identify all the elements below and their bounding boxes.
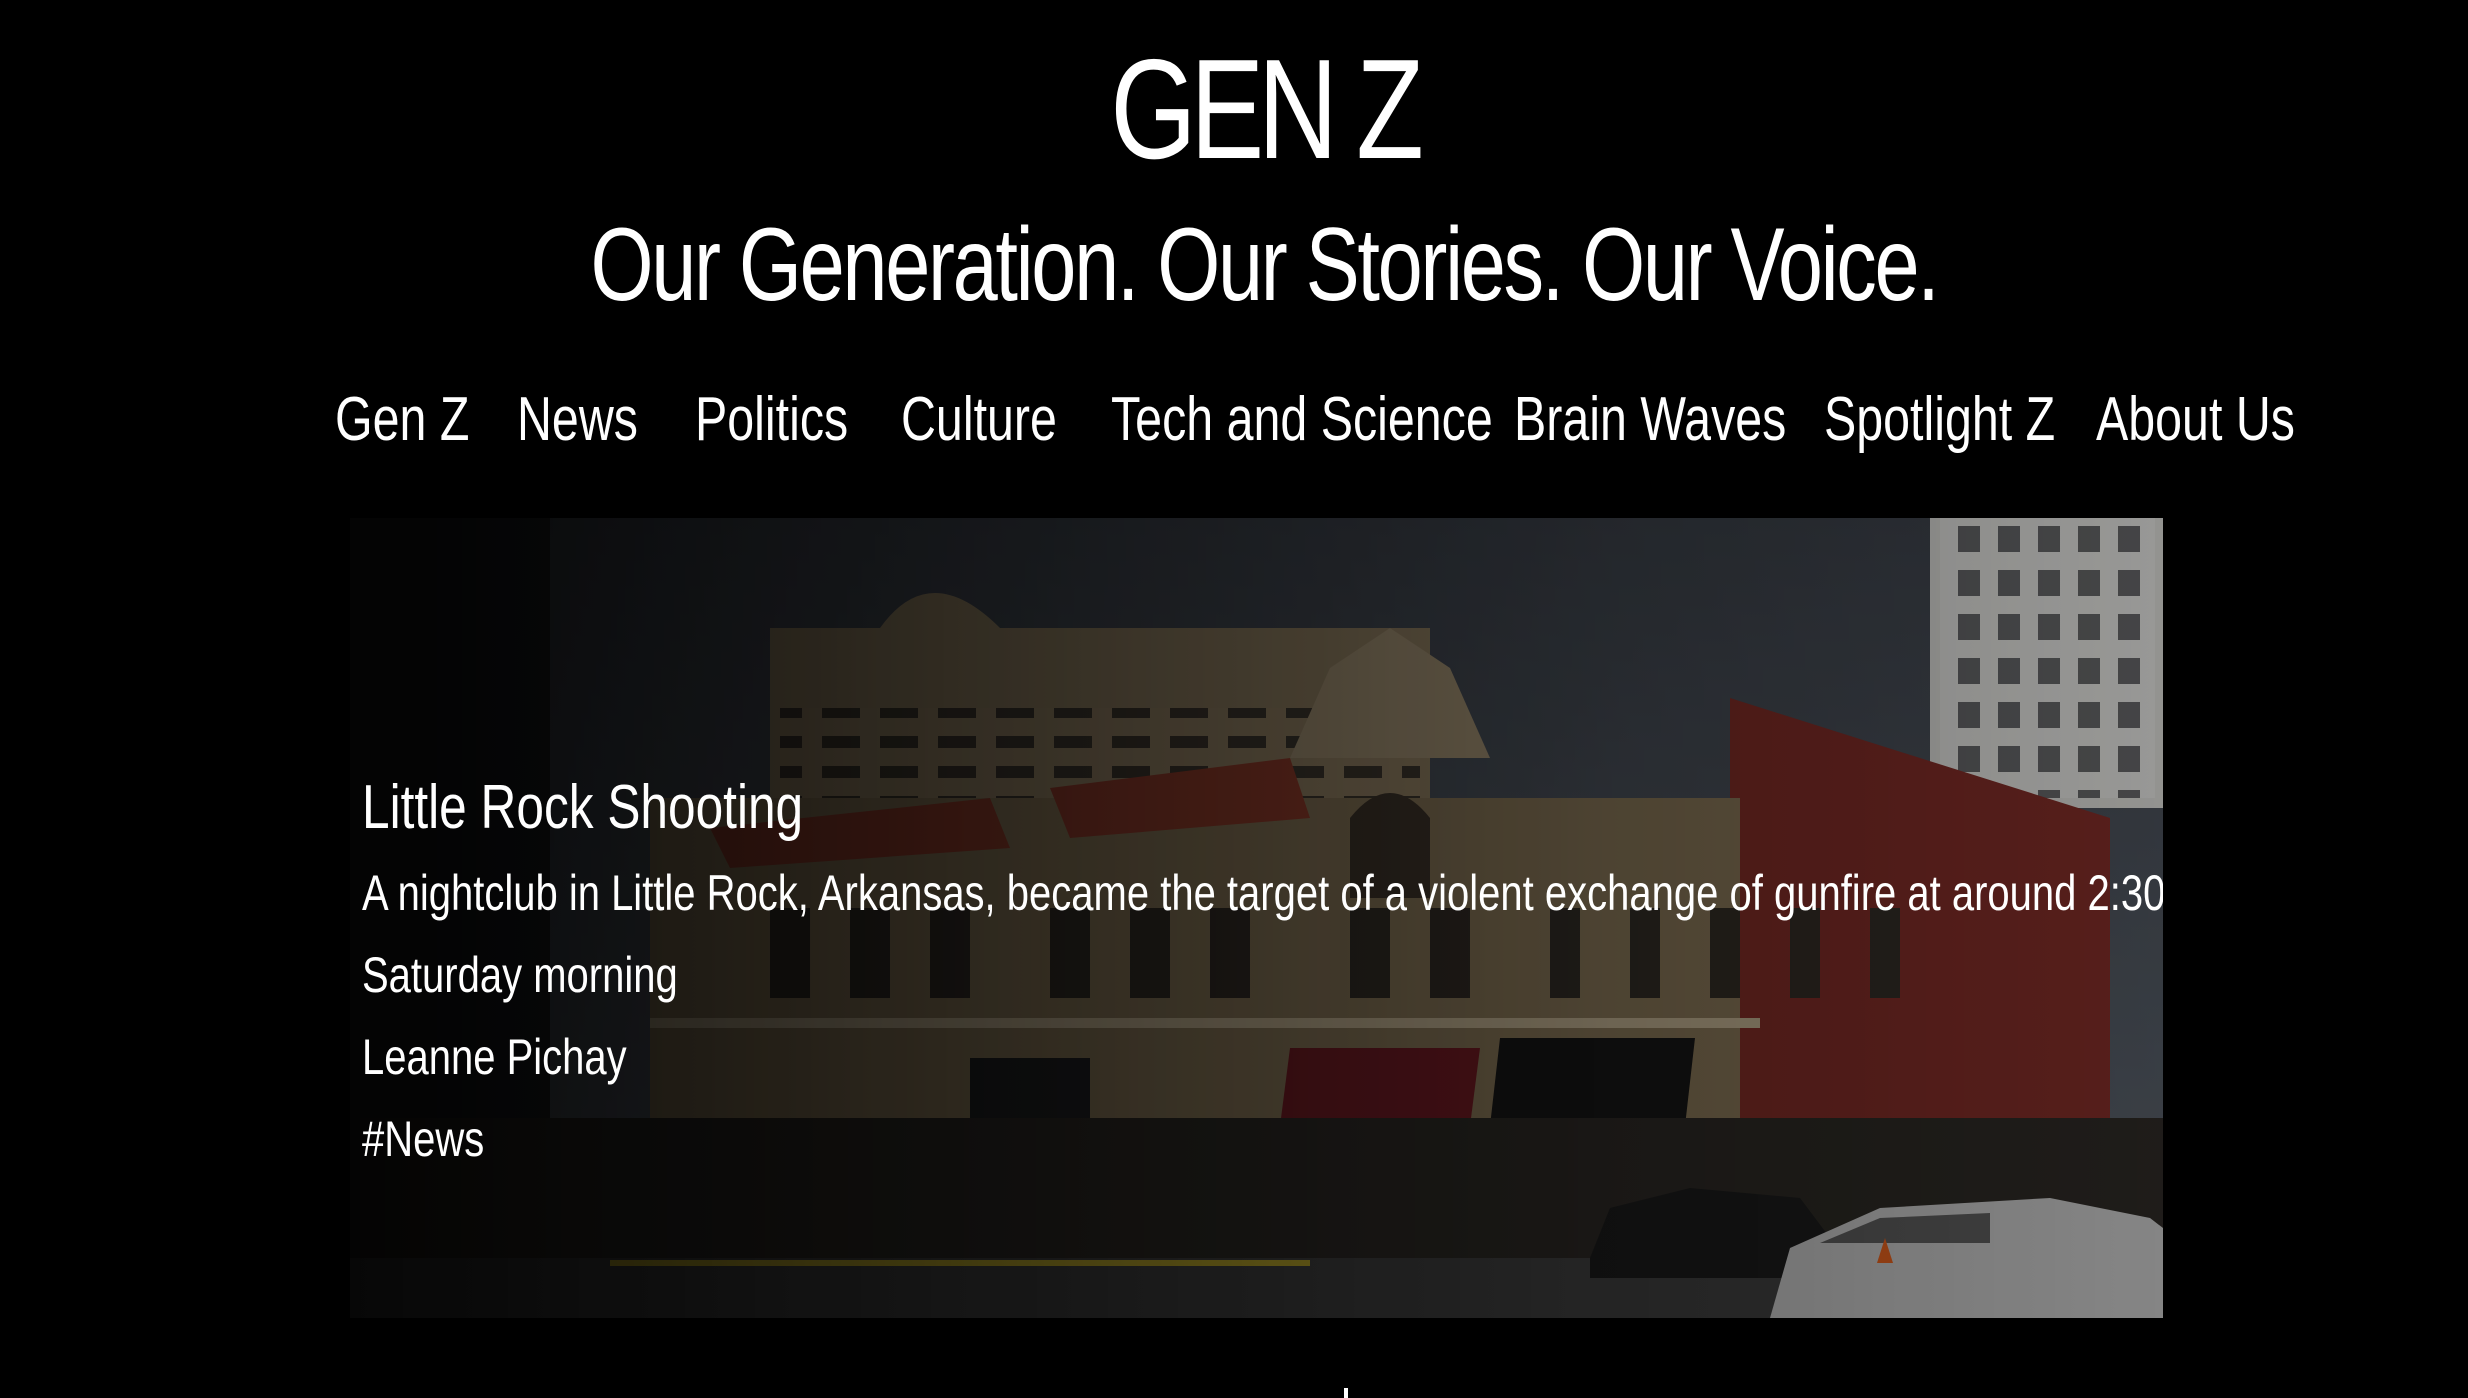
nav-item-brain-waves[interactable]: Brain Waves [1514,380,1786,460]
nav-item-news[interactable]: News [517,380,638,460]
nav-item-gen-z[interactable]: Gen Z [335,380,469,460]
nav-item-tech-and-science[interactable]: Tech and Science [1111,380,1493,460]
nav-item-politics[interactable]: Politics [695,380,848,460]
site-title[interactable]: GEN Z [278,30,2250,190]
scroll-indicator [1344,1388,1348,1398]
nav-item-about-us[interactable]: About Us [2096,380,2295,460]
nav-item-spotlight-z[interactable]: Spotlight Z [1824,380,2055,460]
featured-story-card[interactable]: Little Rock Shooting A nightclub in Litt… [350,518,2163,1318]
featured-story-summary-line2: Saturday morning [362,947,678,1003]
featured-story-summary-line1: A nightclub in Little Rock, Arkansas, be… [362,865,2163,921]
page: GEN Z Our Generation. Our Stories. Our V… [0,0,2468,1398]
main-nav: Gen Z News Politics Culture Tech and Sci… [0,380,2468,460]
featured-story-tag[interactable]: #News [362,1104,484,1174]
featured-story-author: Leanne Pichay [362,1029,627,1085]
site-tagline: Our Generation. Our Stories. Our Voice. [590,207,1939,323]
featured-story-title[interactable]: Little Rock Shooting [362,768,803,848]
nav-item-culture[interactable]: Culture [901,380,1057,460]
